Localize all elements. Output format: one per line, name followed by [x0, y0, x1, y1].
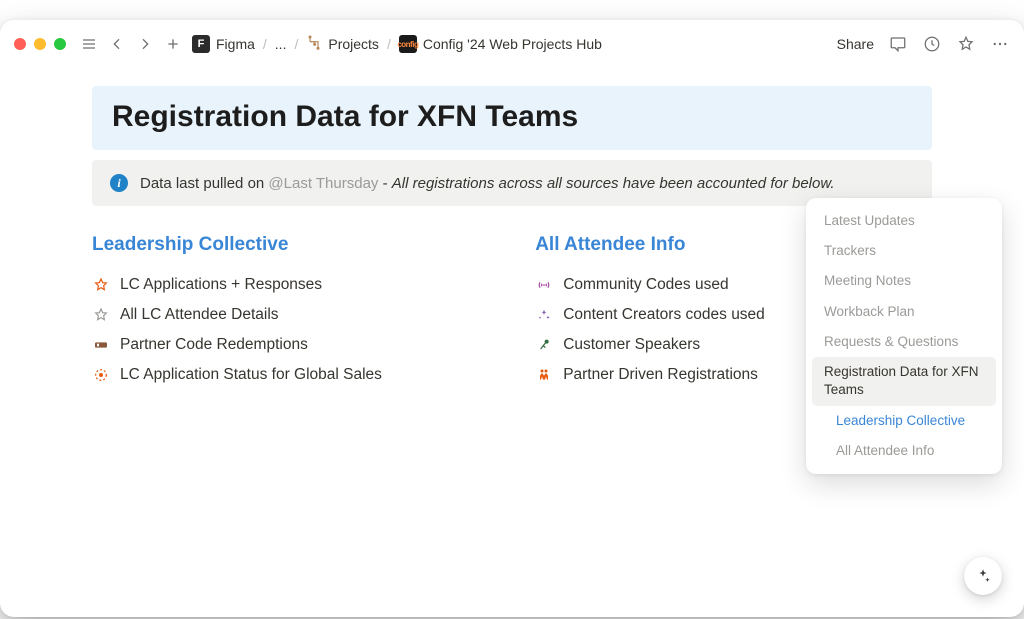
title-banner: Registration Data for XFN Teams [92, 86, 932, 150]
window-controls [14, 38, 66, 50]
breadcrumb-hub[interactable]: config Config '24 Web Projects Hub [399, 35, 602, 53]
topbar-actions: Share [837, 34, 1010, 54]
breadcrumb-projects[interactable]: Projects [306, 35, 379, 54]
minimize-window-button[interactable] [34, 38, 46, 50]
page-title[interactable]: Registration Data for XFN Teams [112, 100, 912, 134]
list-item-label: Partner Code Redemptions [120, 336, 308, 354]
callout-text[interactable]: Data last pulled on @Last Thursday - All… [140, 175, 835, 192]
more-menu-button[interactable] [990, 34, 1010, 54]
share-button[interactable]: Share [837, 36, 874, 52]
ticket-icon [92, 336, 110, 354]
list-item[interactable]: All LC Attendee Details [92, 300, 495, 330]
toc-subitem[interactable]: All Attendee Info [812, 436, 996, 466]
callout-sep: - [378, 175, 391, 192]
new-page-button[interactable] [164, 35, 182, 53]
star-grey-icon [92, 306, 110, 324]
nav-back-button[interactable] [108, 35, 126, 53]
favorite-button[interactable] [956, 34, 976, 54]
column-heading-leadership[interactable]: Leadership Collective [92, 234, 495, 256]
nav-controls [80, 35, 182, 53]
list-item-label: LC Applications + Responses [120, 276, 322, 294]
table-of-contents: Latest Updates Trackers Meeting Notes Wo… [806, 198, 1002, 474]
breadcrumb-separator: / [385, 36, 393, 52]
nav-forward-button[interactable] [136, 35, 154, 53]
target-icon [92, 366, 110, 384]
sidebar-toggle-button[interactable] [80, 35, 98, 53]
breadcrumb-root[interactable]: F Figma [192, 35, 255, 53]
projects-tree-icon [306, 35, 322, 54]
toc-item[interactable]: Meeting Notes [812, 266, 996, 296]
app-window: F Figma / ... / Projects / config Config… [0, 20, 1024, 617]
callout-suffix: All registrations across all sources hav… [392, 175, 835, 192]
list-item[interactable]: LC Applications + Responses [92, 270, 495, 300]
breadcrumb-separator: / [261, 36, 269, 52]
comments-button[interactable] [888, 34, 908, 54]
list-item-label: Content Creators codes used [563, 306, 765, 324]
breadcrumb-ellipsis[interactable]: ... [275, 36, 287, 52]
maximize-window-button[interactable] [54, 38, 66, 50]
list-item-label: Community Codes used [563, 276, 728, 294]
star-orange-icon [92, 276, 110, 294]
toc-item[interactable]: Latest Updates [812, 206, 996, 236]
close-window-button[interactable] [14, 38, 26, 50]
toc-item[interactable]: Requests & Questions [812, 327, 996, 357]
breadcrumb-root-label: Figma [216, 36, 255, 52]
callout: i Data last pulled on @Last Thursday - A… [92, 160, 932, 206]
list-item[interactable]: LC Application Status for Global Sales [92, 360, 495, 390]
sparkles-icon [535, 306, 553, 324]
list-item-label: All LC Attendee Details [120, 306, 279, 324]
column-leadership: Leadership Collective LC Applications + … [92, 234, 495, 390]
info-icon: i [110, 174, 128, 192]
list-item-label: Partner Driven Registrations [563, 366, 758, 384]
ai-fab-button[interactable] [964, 557, 1002, 595]
broadcast-icon [535, 276, 553, 294]
figma-icon: F [192, 35, 210, 53]
updates-button[interactable] [922, 34, 942, 54]
breadcrumb-hub-label: Config '24 Web Projects Hub [423, 36, 602, 52]
topbar: F Figma / ... / Projects / config Config… [0, 20, 1024, 68]
toc-subitem[interactable]: Leadership Collective [812, 406, 996, 436]
list-item-label: LC Application Status for Global Sales [120, 366, 382, 384]
toc-item[interactable]: Workback Plan [812, 297, 996, 327]
list-item-label: Customer Speakers [563, 336, 700, 354]
breadcrumb-separator: / [292, 36, 300, 52]
toc-item-active[interactable]: Registration Data for XFN Teams [812, 357, 996, 405]
hub-icon: config [399, 35, 417, 53]
people-icon [535, 366, 553, 384]
toc-item[interactable]: Trackers [812, 236, 996, 266]
breadcrumb: F Figma / ... / Projects / config Config… [192, 35, 602, 54]
list-item[interactable]: Partner Code Redemptions [92, 330, 495, 360]
callout-prefix: Data last pulled on [140, 175, 268, 192]
mic-icon [535, 336, 553, 354]
callout-mention[interactable]: @Last Thursday [268, 175, 378, 192]
breadcrumb-projects-label: Projects [328, 36, 379, 52]
